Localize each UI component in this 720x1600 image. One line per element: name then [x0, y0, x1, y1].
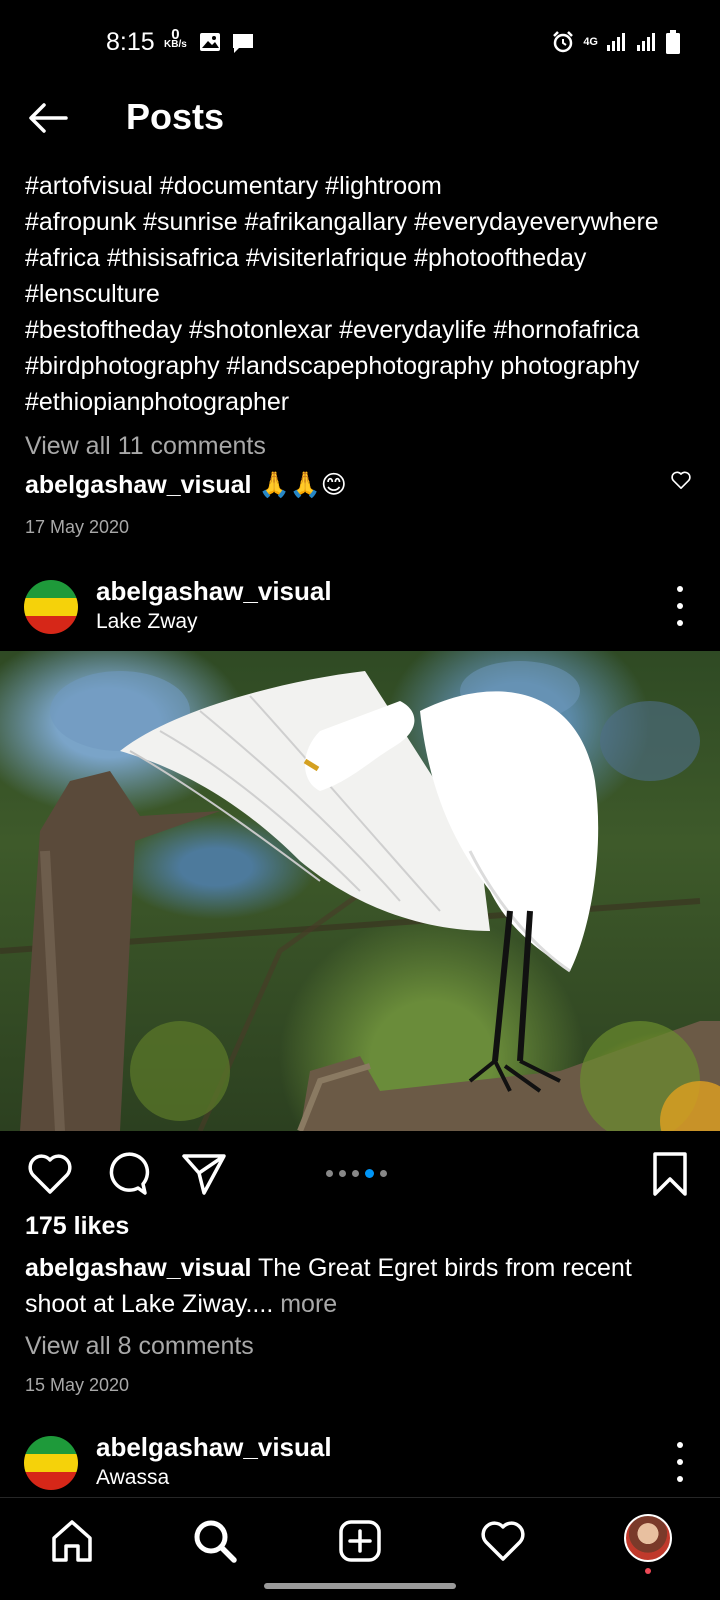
gallery-notification-icon: [200, 33, 220, 51]
comment-icon[interactable]: [102, 1150, 150, 1198]
egret-image: [0, 661, 720, 1131]
post-header: abelgashaw_visual Lake Zway: [0, 572, 720, 642]
caption-line: #bestoftheday #shotonlexar #everydaylife…: [25, 316, 640, 344]
status-time: 8:15: [106, 28, 155, 56]
top-header: Posts: [0, 88, 720, 146]
network-type: 4G: [583, 36, 598, 48]
avatar[interactable]: [24, 580, 78, 634]
network-speed: 0 KB/s: [164, 26, 187, 50]
bookmark-icon[interactable]: [646, 1150, 694, 1198]
home-indicator[interactable]: [264, 1583, 456, 1589]
comment-username[interactable]: abelgashaw_visual: [25, 471, 252, 499]
more-options-icon[interactable]: [668, 1442, 692, 1482]
more-options-icon[interactable]: [668, 586, 692, 626]
search-icon[interactable]: [190, 1516, 240, 1566]
post-location[interactable]: Awassa: [96, 1466, 169, 1490]
caption-line: #africa #thisisafrica #visiterlafrique #…: [25, 244, 587, 272]
signal-icon-2: [637, 33, 655, 51]
status-bar: 8:15 0 KB/s 4G: [0, 0, 720, 88]
caption-line: #artofvisual #documentary #lightroom: [25, 172, 442, 200]
caption-username[interactable]: abelgashaw_visual: [25, 1254, 252, 1282]
comment: abelgashaw_visual 🙏🙏😊: [25, 470, 347, 500]
notification-dot: [645, 1568, 651, 1574]
profile-avatar[interactable]: [624, 1514, 672, 1562]
signal-icon: [607, 33, 625, 51]
caption-line: #afropunk #sunrise #afrikangallary #ever…: [25, 208, 659, 236]
caption-line: #birdphotography #landscapephotography p…: [25, 352, 640, 380]
more-link[interactable]: more: [280, 1290, 337, 1318]
post-header: abelgashaw_visual Awassa: [0, 1428, 720, 1498]
message-notification-icon: [233, 34, 253, 53]
back-arrow-icon[interactable]: [26, 96, 70, 140]
view-all-comments-link[interactable]: View all 8 comments: [25, 1332, 254, 1361]
page-title: Posts: [126, 96, 225, 137]
add-post-icon[interactable]: [335, 1516, 385, 1566]
avatar[interactable]: [24, 1436, 78, 1490]
post-date: 15 May 2020: [25, 1375, 130, 1395]
comment-text: 🙏🙏😊: [258, 471, 347, 499]
post-photo[interactable]: [0, 651, 720, 1131]
post-username[interactable]: abelgashaw_visual: [96, 1432, 332, 1463]
comment-like-heart-icon[interactable]: [670, 470, 692, 490]
alarm-icon: [553, 31, 574, 53]
likes-count[interactable]: 175 likes: [25, 1212, 129, 1241]
home-icon[interactable]: [47, 1516, 97, 1566]
carousel-indicator: [326, 1169, 387, 1178]
post-username[interactable]: abelgashaw_visual: [96, 576, 332, 607]
activity-heart-icon[interactable]: [478, 1516, 528, 1566]
battery-icon: [666, 30, 680, 54]
post-caption: abelgashaw_visual The Great Egret birds …: [25, 1250, 695, 1322]
share-icon[interactable]: [180, 1150, 228, 1198]
previous-post-caption: #artofvisual #documentary #lightroom #af…: [25, 168, 715, 420]
post-date: 17 May 2020: [25, 517, 130, 537]
post-actions: [0, 1150, 720, 1210]
post-location[interactable]: Lake Zway: [96, 610, 198, 634]
caption-line: #ethiopianphotographer: [25, 388, 290, 416]
heart-icon[interactable]: [26, 1150, 74, 1198]
caption-line: #lensculture: [25, 280, 160, 308]
view-all-comments-link[interactable]: View all 11 comments: [25, 432, 266, 461]
